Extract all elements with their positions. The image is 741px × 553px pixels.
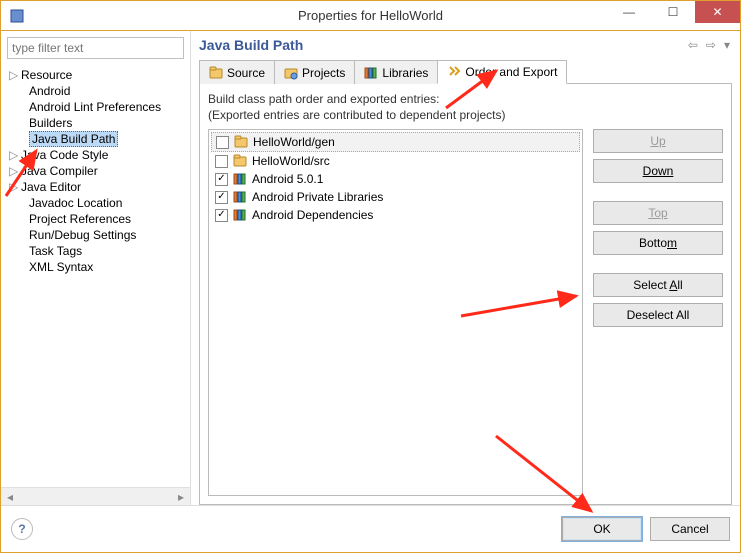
- list-item-label: Android 5.0.1: [252, 172, 323, 186]
- list-item-label: HelloWorld/src: [252, 154, 330, 168]
- tree-item[interactable]: ▷Resource: [1, 67, 190, 83]
- tree-item-label: Java Compiler: [21, 164, 98, 178]
- cancel-button[interactable]: Cancel: [650, 517, 730, 541]
- library-icon: [233, 190, 247, 204]
- ok-button[interactable]: OK: [562, 517, 642, 541]
- help-icon[interactable]: ?: [11, 518, 33, 540]
- top-button[interactable]: Top: [593, 201, 723, 225]
- tab-strip: Source Projects Libraries Order and Export: [199, 59, 732, 84]
- expand-icon[interactable]: ▷: [9, 180, 21, 194]
- menu-dropdown-icon[interactable]: ▾: [722, 38, 732, 52]
- title-bar: Properties for HelloWorld — ☐ ✕: [1, 1, 740, 31]
- scroll-right-icon[interactable]: ▸: [172, 488, 190, 505]
- tree-item[interactable]: Javadoc Location: [1, 195, 190, 211]
- expand-icon[interactable]: ▷: [9, 164, 21, 178]
- tree-item-label: Task Tags: [29, 244, 82, 258]
- filter-input[interactable]: [7, 37, 184, 59]
- tree-item[interactable]: XML Syntax: [1, 259, 190, 275]
- checkbox[interactable]: [216, 136, 229, 149]
- library-icon: [233, 172, 247, 186]
- footer: ? OK Cancel: [1, 506, 740, 552]
- minimize-button[interactable]: —: [607, 1, 651, 23]
- list-item-label: Android Dependencies: [252, 208, 373, 222]
- tree-item-label: Javadoc Location: [29, 196, 122, 210]
- tree-item[interactable]: ▷Java Code Style: [1, 147, 190, 163]
- forward-icon[interactable]: ⇨: [704, 38, 718, 52]
- tree-item-label: Builders: [29, 116, 72, 130]
- list-item[interactable]: ✓ Android Dependencies: [211, 206, 580, 224]
- horizontal-scrollbar[interactable]: ◂ ▸: [1, 487, 190, 505]
- up-button[interactable]: Up: [593, 129, 723, 153]
- tree-item[interactable]: ▷Java Editor: [1, 179, 190, 195]
- right-pane: Java Build Path ⇦ ⇨ ▾ Source Projects Libr…: [191, 31, 740, 505]
- classpath-list[interactable]: HelloWorld/gen HelloWorld/src ✓ Android 5.0…: [208, 129, 583, 496]
- bottom-button[interactable]: Bottom: [593, 231, 723, 255]
- list-item-label: Android Private Libraries: [252, 190, 383, 204]
- tab-body: Build class path order and exported entr…: [199, 84, 732, 505]
- project-icon: [284, 66, 298, 80]
- select-all-button[interactable]: Select All: [593, 273, 723, 297]
- source-icon: [233, 154, 247, 168]
- tree-item[interactable]: Java Build Path: [1, 131, 190, 147]
- tree-item-label: Project References: [29, 212, 131, 226]
- page-title: Java Build Path: [199, 37, 686, 53]
- tree-item-label: XML Syntax: [29, 260, 93, 274]
- source-icon: [234, 135, 248, 149]
- expand-icon[interactable]: ▷: [9, 68, 21, 82]
- tree-item[interactable]: Builders: [1, 115, 190, 131]
- window-controls: — ☐ ✕: [607, 1, 740, 23]
- tree-item-label: Android Lint Preferences: [29, 100, 161, 114]
- checkbox[interactable]: ✓: [215, 191, 228, 204]
- list-item-label: HelloWorld/gen: [253, 135, 335, 149]
- deselect-all-button[interactable]: Deselect All: [593, 303, 723, 327]
- close-button[interactable]: ✕: [695, 1, 740, 23]
- order-icon: [447, 65, 461, 79]
- tree-item[interactable]: Run/Debug Settings: [1, 227, 190, 243]
- tab-project[interactable]: Projects: [274, 60, 355, 84]
- library-icon: [364, 66, 378, 80]
- down-button[interactable]: Down: [593, 159, 723, 183]
- tree-item-label: Android: [29, 84, 70, 98]
- scroll-left-icon[interactable]: ◂: [1, 488, 19, 505]
- tab-library[interactable]: Libraries: [354, 60, 438, 84]
- tree-item-label: Run/Debug Settings: [29, 228, 136, 242]
- list-item[interactable]: ✓ Android Private Libraries: [211, 188, 580, 206]
- checkbox[interactable]: ✓: [215, 209, 228, 222]
- tab-label: Libraries: [382, 66, 428, 80]
- tree-item-label: Resource: [21, 68, 72, 82]
- tab-source[interactable]: Source: [199, 60, 275, 84]
- tree-item[interactable]: Android Lint Preferences: [1, 99, 190, 115]
- tree-item-label: Java Code Style: [21, 148, 108, 162]
- tab-order[interactable]: Order and Export: [437, 60, 567, 84]
- tree-item[interactable]: Android: [1, 83, 190, 99]
- list-item[interactable]: HelloWorld/src: [211, 152, 580, 170]
- category-tree[interactable]: ▷ResourceAndroidAndroid Lint Preferences…: [1, 65, 190, 487]
- button-column: Up Down Top Bottom Select All Deselect A…: [593, 129, 723, 496]
- tab-label: Projects: [302, 66, 345, 80]
- list-item[interactable]: HelloWorld/gen: [211, 132, 580, 152]
- tree-item[interactable]: Project References: [1, 211, 190, 227]
- tree-item[interactable]: ▷Java Compiler: [1, 163, 190, 179]
- checkbox[interactable]: ✓: [215, 173, 228, 186]
- description-line2: (Exported entries are contributed to dep…: [208, 108, 723, 124]
- back-icon[interactable]: ⇦: [686, 38, 700, 52]
- description: Build class path order and exported entr…: [208, 92, 723, 123]
- library-icon: [233, 208, 247, 222]
- expand-icon[interactable]: ▷: [9, 148, 21, 162]
- scroll-track[interactable]: [19, 488, 172, 505]
- tab-label: Source: [227, 66, 265, 80]
- tree-item-label: Java Editor: [21, 180, 81, 194]
- checkbox[interactable]: [215, 155, 228, 168]
- source-icon: [209, 66, 223, 80]
- tree-item[interactable]: Task Tags: [1, 243, 190, 259]
- tab-label: Order and Export: [465, 65, 557, 79]
- maximize-button[interactable]: ☐: [651, 1, 695, 23]
- left-pane: ▷ResourceAndroidAndroid Lint Preferences…: [1, 31, 191, 505]
- nav-history: ⇦ ⇨ ▾: [686, 38, 732, 52]
- description-line1: Build class path order and exported entr…: [208, 92, 723, 108]
- list-item[interactable]: ✓ Android 5.0.1: [211, 170, 580, 188]
- tree-item-label: Java Build Path: [29, 131, 118, 147]
